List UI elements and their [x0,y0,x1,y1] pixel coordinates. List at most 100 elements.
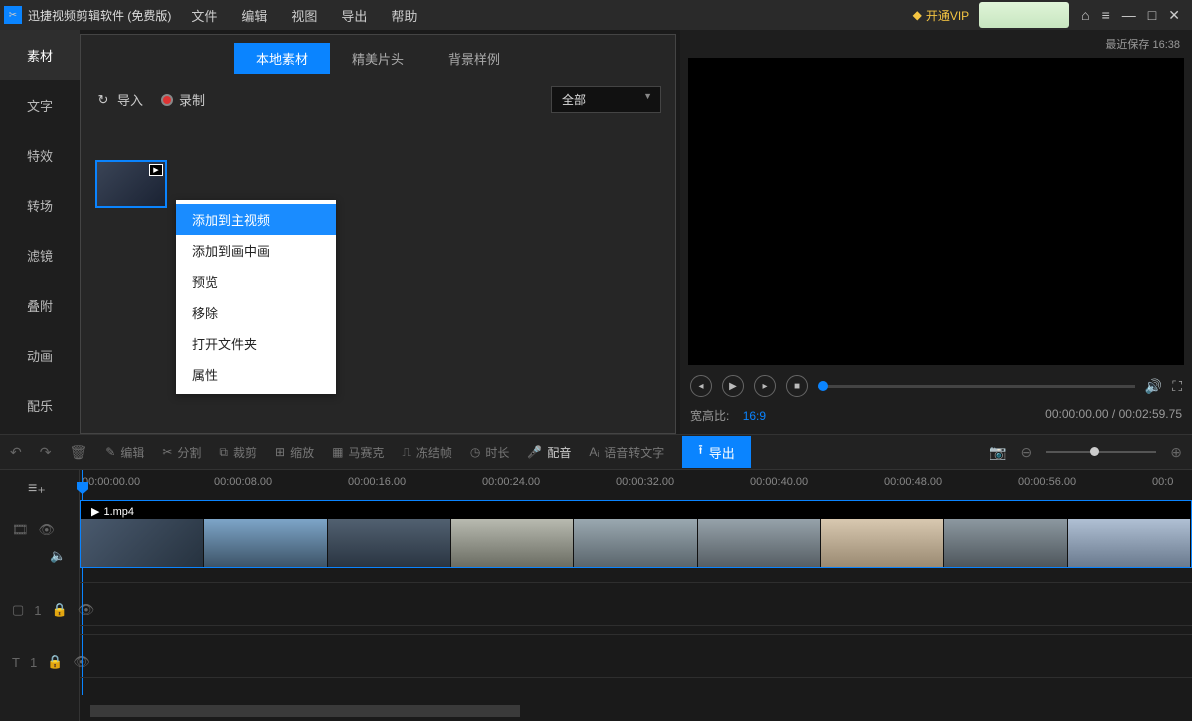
split-button[interactable]: ✂分割 [162,444,201,461]
track-header-column: ≡₊ 🎞👁 🔈 ▢1🔒👁 T1🔒👁 [0,470,80,721]
dub-button[interactable]: 🎤配音 [527,444,571,461]
fullscreen-icon[interactable]: ⛶ [1172,378,1182,395]
ctx-preview[interactable]: 预览 [176,266,336,297]
maximize-icon[interactable]: □ [1148,7,1156,24]
nav-animation[interactable]: 动画 [0,330,80,380]
clip-thumbnails [81,519,1191,567]
close-icon[interactable]: ✕ [1168,7,1180,24]
export-button[interactable]: ⭱导出 [682,436,751,468]
text-track[interactable] [80,634,1192,678]
seek-handle[interactable] [818,381,828,391]
import-label: 导入 [117,90,143,109]
frame-thumb [944,519,1067,567]
vip-link[interactable]: ◆ 开通VIP [913,7,970,24]
menu-export[interactable]: 导出 [341,6,367,25]
delete-button[interactable]: 🗑 [69,444,87,461]
asset-tabs: 本地素材 精美片头 背景样例 [81,43,675,74]
clip-label: ▶1.mp4 [87,504,138,519]
video-clip[interactable]: ▶1.mp4 [80,500,1192,568]
time-total: 00:02:59.75 [1119,407,1182,421]
freeze-button[interactable]: ⎍冻结帧 [402,444,451,461]
prev-frame-button[interactable]: ◂ [690,375,712,397]
frame-thumb [821,519,944,567]
text-track-header[interactable]: T1🔒👁 [12,654,90,670]
menu-icon[interactable]: ≡ [1102,7,1110,24]
frame-thumb [204,519,327,567]
ctx-open-folder[interactable]: 打开文件夹 [176,328,336,359]
diamond-icon: ◆ [913,8,922,22]
crop-button[interactable]: ⧉裁剪 [219,444,257,461]
preview-info: 宽高比: 16:9 00:00:00.00 / 00:02:59.75 [688,403,1184,434]
snapshot-button[interactable]: 📷 [989,444,1006,461]
play-button[interactable]: ▶ [722,375,744,397]
mosaic-button[interactable]: ▦马赛克 [332,444,384,461]
nav-transition[interactable]: 转场 [0,180,80,230]
nav-text[interactable]: 文字 [0,80,80,130]
asset-thumbnail[interactable]: ▶ [95,160,167,208]
stt-icon: Aᵢ [589,445,599,459]
nav-filter[interactable]: 滤镜 [0,230,80,280]
ruler-mark: 00:00:40.00 [750,476,808,488]
nav-overlay[interactable]: 叠附 [0,280,80,330]
nav-effects[interactable]: 特效 [0,130,80,180]
menu-file[interactable]: 文件 [191,6,217,25]
nav-material[interactable]: 素材 [0,30,80,80]
seek-bar[interactable] [818,385,1135,388]
duration-button[interactable]: ◷时长 [470,444,510,461]
menu-bar: 文件 编辑 视图 导出 帮助 [191,6,417,25]
lock-icon[interactable]: 🔒 [52,602,68,618]
save-label: 最近保存 [1105,39,1149,51]
video-track-header[interactable]: 🎞👁 [12,522,55,538]
menu-help[interactable]: 帮助 [391,6,417,25]
preview-screen[interactable] [688,58,1184,365]
ruler-mark: 00:00:32.00 [616,476,674,488]
time-ruler[interactable]: 00:00:00.00 00:00:08.00 00:00:16.00 00:0… [80,470,1192,496]
ruler-mark: 00:00:24.00 [482,476,540,488]
ctx-add-main[interactable]: 添加到主视频 [176,204,336,235]
zoom-slider[interactable] [1046,451,1156,453]
minimize-icon[interactable]: — [1122,7,1136,24]
import-button[interactable]: ↻ 导入 [95,90,143,109]
menu-view[interactable]: 视图 [291,6,317,25]
home-icon[interactable]: ⌂ [1081,7,1089,24]
tab-backgrounds[interactable]: 背景样例 [426,43,522,74]
main-row: 素材 文字 特效 转场 滤镜 叠附 动画 配乐 本地素材 精美片头 背景样例 ↻… [0,30,1192,434]
ctx-properties[interactable]: 属性 [176,359,336,390]
film-icon: 🎞 [12,522,29,538]
horizontal-scrollbar[interactable] [90,705,520,717]
pip-track[interactable] [80,582,1192,626]
audio-toggle[interactable]: 🔈 [50,548,66,564]
crop-icon: ⧉ [219,445,228,460]
stt-button[interactable]: Aᵢ语音转文字 [589,444,664,461]
menu-edit[interactable]: 编辑 [241,6,267,25]
user-avatar[interactable] [979,2,1069,28]
eye-icon[interactable]: 👁 [39,522,56,538]
tab-intros[interactable]: 精美片头 [330,43,426,74]
ctx-add-pip[interactable]: 添加到画中画 [176,235,336,266]
record-button[interactable]: 录制 [161,90,205,109]
ctx-remove[interactable]: 移除 [176,297,336,328]
zoom-button[interactable]: ⊞缩放 [275,444,314,461]
export-icon: ⭱ [698,441,703,463]
add-track-icon[interactable]: ≡₊ [28,478,46,498]
tab-local[interactable]: 本地素材 [234,43,330,74]
play-icon: ▶ [91,505,99,518]
next-frame-button[interactable]: ▸ [754,375,776,397]
filter-value: 全部 [562,93,586,107]
lock-icon[interactable]: 🔒 [47,654,63,670]
redo-button[interactable]: ↷ [40,444,52,461]
zoom-handle[interactable] [1090,447,1099,456]
frame-thumb [574,519,697,567]
zoom-out-button[interactable]: ⊖ [1021,444,1033,461]
filter-select[interactable]: 全部 [551,86,661,113]
nav-music[interactable]: 配乐 [0,380,80,430]
stop-button[interactable]: ■ [786,375,808,397]
zoom-in-button[interactable]: ⊕ [1170,444,1182,461]
undo-button[interactable]: ↶ [10,444,22,461]
context-menu: 添加到主视频 添加到画中画 预览 移除 打开文件夹 属性 [176,200,336,394]
save-info: 最近保存 16:38 [688,34,1184,54]
edit-button[interactable]: ✎编辑 [105,444,144,461]
video-badge-icon: ▶ [149,164,163,176]
text-icon: T [12,655,20,670]
volume-icon[interactable]: 🔊 [1145,378,1162,395]
